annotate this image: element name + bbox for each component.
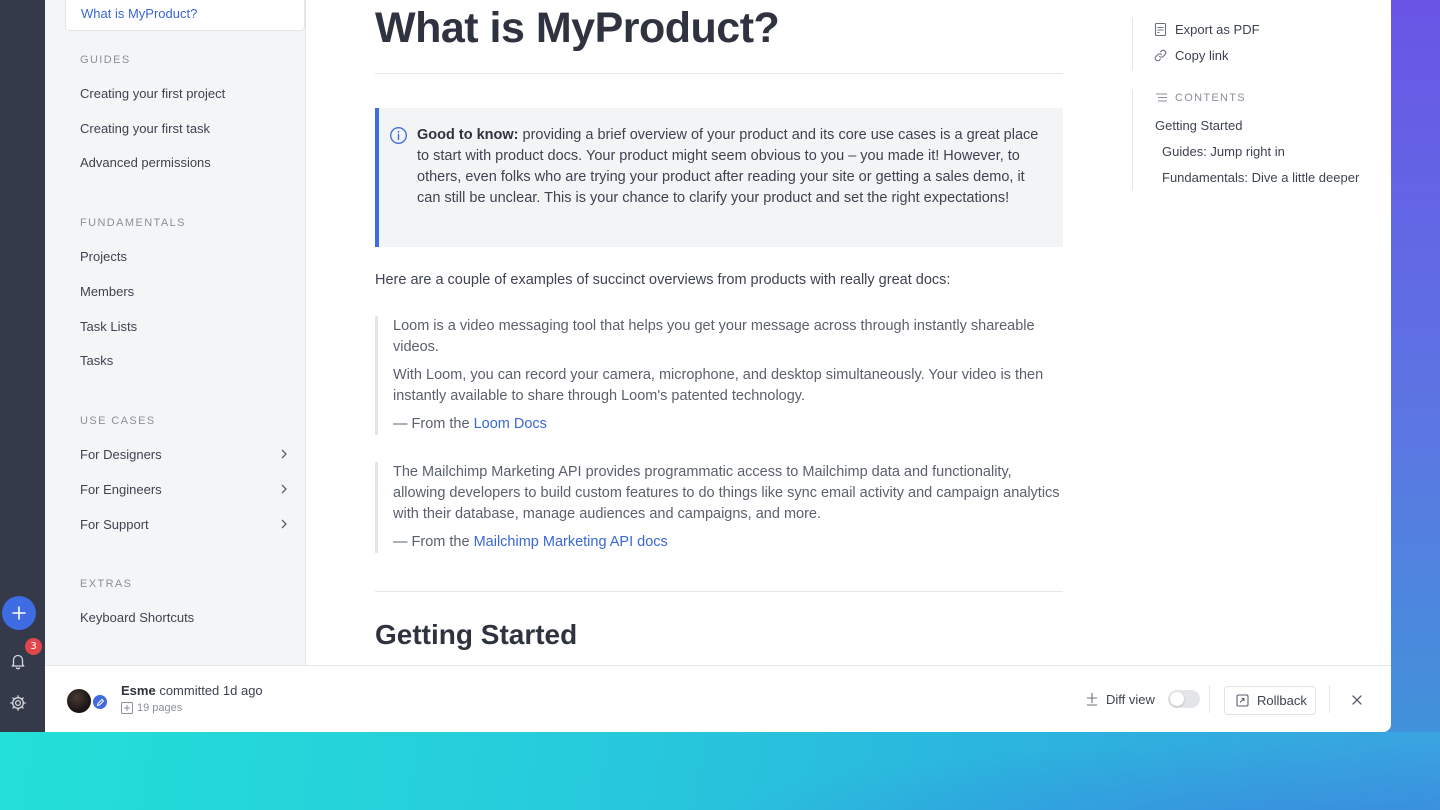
sidebar-item-label: Projects xyxy=(80,248,127,264)
diff-icon xyxy=(1087,693,1097,706)
pages-count-label: 19 pages xyxy=(137,702,183,714)
page-title: What is MyProduct? xyxy=(375,4,780,52)
sidebar-item-label: Creating your first project xyxy=(80,85,226,101)
sidebar-item-projects[interactable]: Projects xyxy=(80,246,290,266)
sidebar-section-guides: GUIDES xyxy=(80,54,131,66)
sidebar-item-label: Advanced permissions xyxy=(80,154,211,170)
left-rail: 3 xyxy=(0,0,45,732)
sidebar-item-label: Task Lists xyxy=(80,318,138,334)
sidebar-item-for-support[interactable]: For Support xyxy=(80,514,290,534)
sidebar-item-label: For Support xyxy=(80,516,149,532)
plus-square-icon xyxy=(121,702,133,714)
commit-info: Esme committed 1d ago xyxy=(121,683,263,698)
background-wave xyxy=(640,732,1440,810)
quote-source: — From the Loom Docs xyxy=(393,414,1063,435)
toc-item-fundamentals[interactable]: Fundamentals: Dive a little deeper xyxy=(1162,170,1359,185)
rollback-button[interactable]: Rollback xyxy=(1224,686,1316,715)
title-divider xyxy=(375,73,1063,74)
sidebar-section-use-cases: USE CASES xyxy=(80,415,156,427)
diff-view-toggle[interactable] xyxy=(1167,690,1200,708)
export-pdf-button[interactable]: Export as PDF xyxy=(1153,22,1260,37)
quote-paragraph: With Loom, you can record your camera, m… xyxy=(393,367,1044,404)
quote-loom: Loom is a video messaging tool that help… xyxy=(375,316,1063,435)
notification-badge: 3 xyxy=(25,638,42,655)
sidebar-item-label: For Engineers xyxy=(80,481,162,497)
sidebar-section-fundamentals: FUNDAMENTALS xyxy=(80,217,186,229)
gear-icon[interactable] xyxy=(9,694,27,712)
quote-paragraph: The Mailchimp Marketing API provides pro… xyxy=(393,464,1060,522)
toc-item-getting-started[interactable]: Getting Started xyxy=(1155,118,1242,133)
sidebar-item-label: Creating your first task xyxy=(80,120,211,136)
callout-label: Good to know: xyxy=(417,127,519,143)
footer-divider xyxy=(1329,685,1330,713)
sidebar: What is MyProduct? GUIDES Creating your … xyxy=(45,0,306,665)
app-window: 3 What is MyProduct? GUIDES Creating you… xyxy=(0,0,1391,732)
rollback-icon xyxy=(1236,694,1249,707)
diff-view-control[interactable]: Diff view xyxy=(1085,690,1200,708)
plus-icon xyxy=(12,606,26,620)
loom-docs-link[interactable]: Loom Docs xyxy=(474,416,547,432)
actions-divider xyxy=(1132,18,1133,70)
sidebar-item-label: Members xyxy=(80,283,135,299)
toc-item-guides[interactable]: Guides: Jump right in xyxy=(1162,144,1285,159)
copy-link-button[interactable]: Copy link xyxy=(1153,48,1228,63)
sidebar-item-label: Tasks xyxy=(80,352,114,368)
copy-link-label: Copy link xyxy=(1175,48,1229,63)
avatar xyxy=(65,687,93,715)
info-callout: Good to know: providing a brief overview… xyxy=(375,108,1063,247)
add-button[interactable] xyxy=(2,596,36,630)
commit-bar: Esme committed 1d ago 19 pages Diff view… xyxy=(45,665,1391,732)
intro-paragraph: Here are a couple of examples of succinc… xyxy=(375,272,951,288)
sidebar-item-first-project[interactable]: Creating your first project xyxy=(80,83,290,103)
footer-divider xyxy=(1209,685,1210,713)
quote-mailchimp: The Mailchimp Marketing API provides pro… xyxy=(375,462,1063,553)
callout-text: Good to know: providing a brief overview… xyxy=(417,125,1047,209)
diff-view-label: Diff view xyxy=(1106,691,1155,707)
chevron-right-icon xyxy=(281,484,287,494)
edit-badge xyxy=(91,693,109,711)
pdf-icon xyxy=(1154,22,1167,37)
rollback-label: Rollback xyxy=(1257,693,1307,708)
sidebar-item-tasks[interactable]: Tasks xyxy=(80,350,290,370)
sidebar-section-extras: EXTRAS xyxy=(80,578,133,590)
sidebar-item-first-task[interactable]: Creating your first task xyxy=(80,118,290,138)
bell-icon[interactable] xyxy=(9,652,27,670)
commit-author: Esme xyxy=(121,683,156,698)
chevron-right-icon xyxy=(281,519,287,529)
chevron-right-icon xyxy=(281,449,287,459)
sidebar-item-keyboard-shortcuts[interactable]: Keyboard Shortcuts xyxy=(80,607,290,627)
mailchimp-docs-link[interactable]: Mailchimp Marketing API docs xyxy=(474,534,668,550)
quote-source: — From the Mailchimp Marketing API docs xyxy=(393,532,1063,553)
link-icon xyxy=(1154,49,1167,62)
sidebar-item-members[interactable]: Members xyxy=(80,281,290,301)
sidebar-item-what-is-myproduct[interactable]: What is MyProduct? xyxy=(65,0,305,31)
section-divider xyxy=(375,591,1063,592)
list-icon xyxy=(1156,93,1167,102)
sidebar-item-advanced-permissions[interactable]: Advanced permissions xyxy=(80,152,290,172)
close-icon[interactable] xyxy=(1351,694,1363,706)
quote-source-prefix: — From the xyxy=(393,416,474,432)
section-heading: Getting Started xyxy=(375,619,578,650)
quote-paragraph: Loom is a video messaging tool that help… xyxy=(393,318,1035,355)
sidebar-item-for-designers[interactable]: For Designers xyxy=(80,444,290,464)
pages-count[interactable]: 19 pages xyxy=(121,702,182,714)
sidebar-item-for-engineers[interactable]: For Engineers xyxy=(80,479,290,499)
toc-divider xyxy=(1132,90,1133,190)
quote-source-prefix: — From the xyxy=(393,534,474,550)
sidebar-item-task-lists[interactable]: Task Lists xyxy=(80,316,290,336)
sidebar-item-label: Keyboard Shortcuts xyxy=(80,609,195,625)
pencil-icon xyxy=(96,698,104,706)
info-icon xyxy=(390,127,407,144)
toc-heading-label: CONTENTS xyxy=(1175,91,1246,104)
sidebar-item-label: For Designers xyxy=(80,446,162,462)
export-pdf-label: Export as PDF xyxy=(1175,22,1260,37)
toc-heading: CONTENTS xyxy=(1155,91,1246,104)
commit-text: committed 1d ago xyxy=(155,683,263,698)
